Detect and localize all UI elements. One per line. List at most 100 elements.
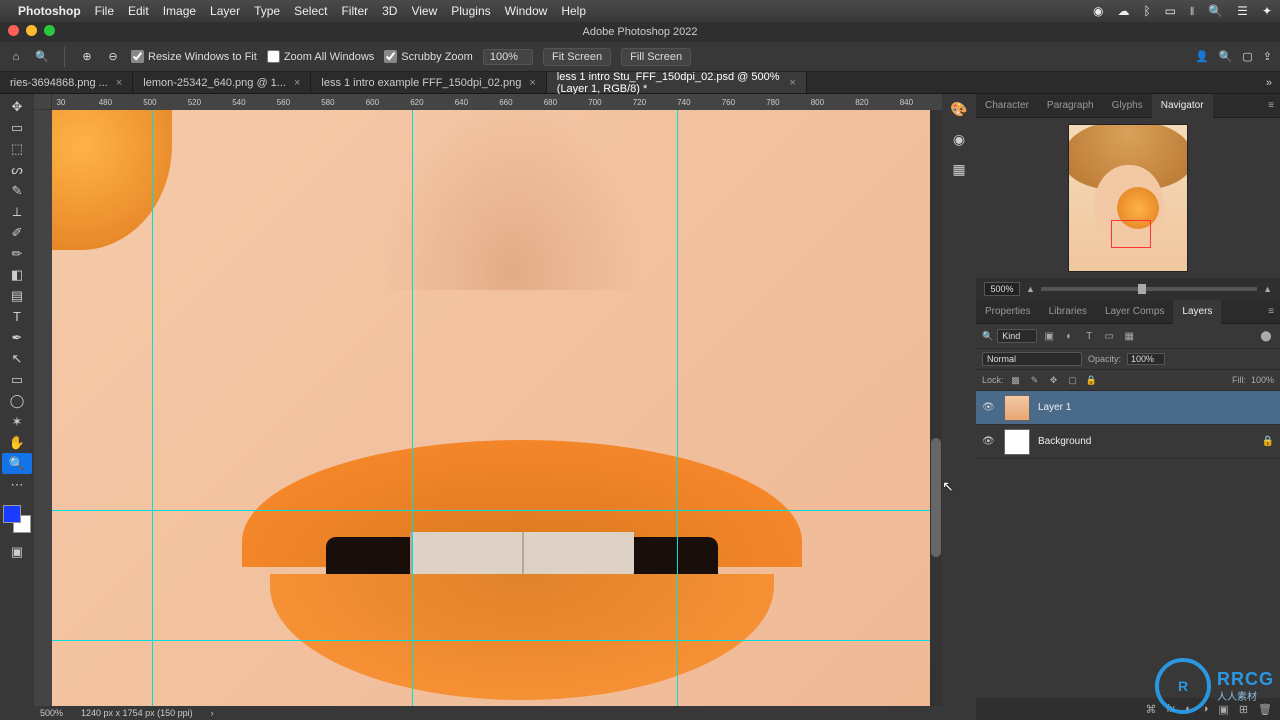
home-icon[interactable]: ⌂ (8, 49, 24, 65)
rectangle-tool[interactable]: ▭ (2, 369, 32, 390)
panel-menu-icon[interactable]: ≡ (1262, 94, 1280, 118)
fill-value[interactable]: 100% (1251, 375, 1274, 385)
menu-image[interactable]: Image (163, 4, 196, 18)
tabs-overflow-icon[interactable]: » (1258, 72, 1280, 93)
filter-shape-icon[interactable]: ▭ (1101, 328, 1117, 344)
menu-view[interactable]: View (411, 4, 437, 18)
lasso-tool[interactable]: ᔕ (2, 159, 32, 180)
menu-file[interactable]: File (95, 4, 114, 18)
layer-row[interactable]: 👁 Background 🔒 (976, 425, 1280, 459)
minimize-button[interactable] (26, 25, 37, 36)
navigator-view-box[interactable] (1111, 220, 1151, 248)
hand-tool[interactable]: ✋ (2, 432, 32, 453)
tab-layers[interactable]: Layers (1173, 300, 1221, 324)
menu-window[interactable]: Window (505, 4, 548, 18)
doc-tab-2[interactable]: lemon-25342_640.png @ 1...× (133, 72, 311, 93)
layer-row[interactable]: 👁 Layer 1 (976, 391, 1280, 425)
menu-select[interactable]: Select (294, 4, 327, 18)
tab-libraries[interactable]: Libraries (1040, 300, 1096, 324)
crop-tool[interactable]: ⟂ (2, 201, 32, 222)
panel-menu-icon[interactable]: ≡ (1262, 300, 1280, 324)
foreground-color-swatch[interactable] (3, 505, 21, 523)
filter-smart-icon[interactable]: ▦ (1121, 328, 1137, 344)
swatches-panel-icon[interactable]: ◉ (950, 130, 968, 148)
close-button[interactable] (8, 25, 19, 36)
zoom-all-checkbox[interactable]: Zoom All Windows (267, 50, 374, 63)
opacity-value[interactable]: 100% (1127, 353, 1165, 365)
blend-mode-select[interactable]: Normal (982, 352, 1082, 366)
share-icon[interactable]: 👤 (1195, 50, 1209, 63)
close-icon[interactable]: × (789, 77, 795, 89)
edit-toolbar-icon[interactable]: ⋯ (2, 474, 32, 495)
tab-glyphs[interactable]: Glyphs (1103, 94, 1152, 118)
record-icon[interactable]: ◉ (1093, 4, 1103, 18)
vertical-ruler[interactable] (34, 110, 52, 706)
close-icon[interactable]: × (116, 77, 122, 89)
lock-all-icon[interactable]: 🔒 (1085, 373, 1099, 387)
export-icon[interactable]: ⇪ (1263, 50, 1272, 63)
zoom-out-icon[interactable]: ⊖ (105, 49, 121, 65)
tab-character[interactable]: Character (976, 94, 1038, 118)
guide-vertical[interactable] (412, 110, 413, 706)
eraser-tool[interactable]: ◧ (2, 264, 32, 285)
color-swatches[interactable] (3, 505, 31, 533)
tab-paragraph[interactable]: Paragraph (1038, 94, 1103, 118)
zoom-percent-combo[interactable]: 100% (483, 49, 533, 65)
layer-thumbnail[interactable] (1004, 429, 1030, 455)
scrubby-zoom-checkbox[interactable]: Scrubby Zoom (384, 50, 473, 63)
doc-tab-4[interactable]: less 1 intro Stu_FFF_150dpi_02.psd @ 500… (547, 72, 807, 93)
artboard-tool[interactable]: ▭ (2, 117, 32, 138)
filter-toggle-icon[interactable]: ⬤ (1258, 328, 1274, 344)
zoom-slider-track[interactable] (1041, 287, 1257, 291)
guide-vertical[interactable] (677, 110, 678, 706)
zoom-tool-icon[interactable]: 🔍 (34, 49, 50, 65)
doc-tab-1[interactable]: ries-3694868.png ...× (0, 72, 133, 93)
lock-icon[interactable]: 🔒 (1262, 436, 1274, 447)
visibility-icon[interactable]: 👁 (982, 436, 996, 447)
tab-navigator[interactable]: Navigator (1152, 94, 1213, 118)
zoom-out-small-icon[interactable]: ▲ (1026, 284, 1035, 294)
quick-select-tool[interactable]: ✎ (2, 180, 32, 201)
lock-transparency-icon[interactable]: ▩ (1009, 373, 1023, 387)
eyedropper-tool[interactable]: ✐ (2, 222, 32, 243)
layer-name[interactable]: Background (1038, 436, 1091, 447)
status-more-icon[interactable]: › (211, 708, 214, 718)
zoom-tool[interactable]: 🔍 (2, 453, 32, 474)
menu-layer[interactable]: Layer (210, 4, 240, 18)
guide-horizontal[interactable] (52, 510, 930, 511)
layer-filter-kind[interactable]: Kind (997, 329, 1037, 343)
menu-filter[interactable]: Filter (341, 4, 368, 18)
workspace-icon[interactable]: ▢ (1242, 50, 1252, 63)
close-icon[interactable]: × (529, 77, 535, 89)
bluetooth-icon[interactable]: ᛒ (1143, 4, 1150, 18)
zoom-in-small-icon[interactable]: ▲ (1263, 284, 1272, 294)
move-tool[interactable]: ✥ (2, 96, 32, 117)
lock-position-icon[interactable]: ✥ (1047, 373, 1061, 387)
doc-info[interactable]: 1240 px x 1754 px (150 ppi) (81, 708, 193, 718)
lock-artboard-icon[interactable]: ▢ (1066, 373, 1080, 387)
path-select-tool[interactable]: ↖ (2, 348, 32, 369)
properties-panel-icon[interactable]: ▦ (950, 160, 968, 178)
screen-mode-icon[interactable]: ▣ (2, 541, 32, 562)
zoom-level[interactable]: 500% (40, 708, 63, 718)
doc-tab-3[interactable]: less 1 intro example FFF_150dpi_02.png× (311, 72, 546, 93)
color-panel-icon[interactable]: 🎨 (950, 100, 968, 118)
filter-adjustment-icon[interactable]: ◐ (1061, 328, 1077, 344)
ruler-origin[interactable] (34, 94, 52, 110)
brush-tool[interactable]: ✏ (2, 243, 32, 264)
cc-icon[interactable]: ☁ (1117, 4, 1129, 18)
control-center-icon[interactable]: ☰ (1237, 4, 1248, 18)
guide-vertical[interactable] (152, 110, 153, 706)
custom-shape-tool[interactable]: ✶ (2, 411, 32, 432)
fit-screen-button[interactable]: Fit Screen (543, 48, 611, 66)
spotlight-icon[interactable]: 🔍 (1208, 4, 1223, 18)
search-icon[interactable]: 🔍 (1219, 50, 1233, 63)
zoom-button[interactable] (44, 25, 55, 36)
menu-type[interactable]: Type (254, 4, 280, 18)
layer-thumbnail[interactable] (1004, 395, 1030, 421)
navigator-thumbnail[interactable] (1068, 124, 1188, 272)
type-tool[interactable]: T (2, 306, 32, 327)
vertical-scrollbar[interactable] (930, 110, 942, 706)
zoom-in-icon[interactable]: ⊕ (79, 49, 95, 65)
pen-tool[interactable]: ✒ (2, 327, 32, 348)
